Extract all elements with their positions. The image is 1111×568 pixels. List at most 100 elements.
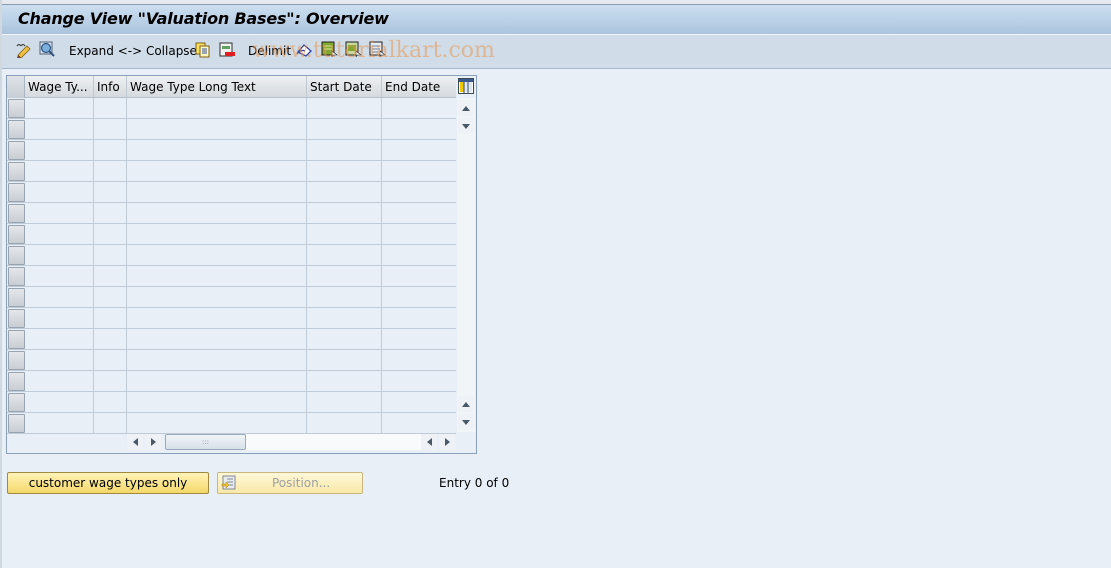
position-button[interactable]: Position... xyxy=(217,472,363,494)
table-cell[interactable] xyxy=(25,329,94,350)
table-cell[interactable] xyxy=(307,245,382,266)
table-cell[interactable] xyxy=(307,329,382,350)
table-row[interactable] xyxy=(7,350,456,371)
customer-wage-types-button[interactable]: customer wage types only xyxy=(7,472,209,494)
scroll-far-left-button[interactable] xyxy=(421,434,437,450)
table-cell[interactable] xyxy=(94,371,127,392)
table-row[interactable] xyxy=(7,161,456,182)
table-cell[interactable] xyxy=(25,245,94,266)
row-selector[interactable] xyxy=(8,183,25,202)
row-selector[interactable] xyxy=(8,372,25,391)
table-row[interactable] xyxy=(7,140,456,161)
row-selector[interactable] xyxy=(8,120,25,139)
table-cell[interactable] xyxy=(307,413,382,434)
table-cell[interactable] xyxy=(127,350,307,371)
horizontal-scroll-track[interactable]: ::: xyxy=(165,434,421,450)
column-header-long-text[interactable]: Wage Type Long Text xyxy=(127,76,307,98)
table-cell[interactable] xyxy=(307,119,382,140)
row-selector[interactable] xyxy=(8,225,25,244)
row-selector[interactable] xyxy=(8,351,25,370)
table-cell[interactable] xyxy=(127,371,307,392)
table-cell[interactable] xyxy=(25,182,94,203)
table-cell[interactable] xyxy=(307,161,382,182)
table-cell[interactable] xyxy=(25,392,94,413)
table-row[interactable] xyxy=(7,329,456,350)
table-row[interactable] xyxy=(7,371,456,392)
table-cell[interactable] xyxy=(25,266,94,287)
vertical-scrollbar[interactable] xyxy=(457,98,475,432)
row-selector[interactable] xyxy=(8,141,25,160)
delete-button[interactable] xyxy=(219,41,236,61)
table-cell[interactable] xyxy=(382,350,456,371)
table-cell[interactable] xyxy=(25,119,94,140)
table-row[interactable] xyxy=(7,98,456,119)
change-display-button[interactable] xyxy=(15,41,33,61)
table-cell[interactable] xyxy=(127,203,307,224)
table-cell[interactable] xyxy=(94,266,127,287)
table-cell[interactable] xyxy=(25,308,94,329)
column-header-wage-type[interactable]: Wage Ty... xyxy=(25,76,94,98)
table-cell[interactable] xyxy=(94,161,127,182)
table-row[interactable] xyxy=(7,266,456,287)
table-cell[interactable] xyxy=(127,266,307,287)
scroll-page-down-button[interactable] xyxy=(458,414,474,430)
table-cell[interactable] xyxy=(382,392,456,413)
row-selector[interactable] xyxy=(8,393,25,412)
table-cell[interactable] xyxy=(127,161,307,182)
table-row[interactable] xyxy=(7,182,456,203)
table-cell[interactable] xyxy=(307,203,382,224)
details-button[interactable] xyxy=(39,41,57,61)
table-cell[interactable] xyxy=(25,161,94,182)
row-selector[interactable] xyxy=(8,309,25,328)
table-cell[interactable] xyxy=(94,413,127,434)
table-cell[interactable] xyxy=(127,119,307,140)
row-selector[interactable] xyxy=(8,99,25,118)
row-selector[interactable] xyxy=(8,204,25,223)
table-cell[interactable] xyxy=(382,371,456,392)
scroll-down-button[interactable] xyxy=(458,118,474,134)
table-row[interactable] xyxy=(7,224,456,245)
table-cell[interactable] xyxy=(127,98,307,119)
table-cell[interactable] xyxy=(382,98,456,119)
table-cell[interactable] xyxy=(382,203,456,224)
scroll-left-button[interactable] xyxy=(127,434,143,450)
table-cell[interactable] xyxy=(94,224,127,245)
table-cell[interactable] xyxy=(127,413,307,434)
scroll-right-button[interactable] xyxy=(145,434,161,450)
table-cell[interactable] xyxy=(25,371,94,392)
table-cell[interactable] xyxy=(127,287,307,308)
table-cell[interactable] xyxy=(382,266,456,287)
table-cell[interactable] xyxy=(94,392,127,413)
copy-as-button[interactable] xyxy=(195,41,211,61)
table-cell[interactable] xyxy=(25,98,94,119)
scroll-far-right-button[interactable] xyxy=(439,434,455,450)
row-selector[interactable] xyxy=(8,162,25,181)
table-cell[interactable] xyxy=(25,350,94,371)
table-row[interactable] xyxy=(7,119,456,140)
deselect-all-button[interactable] xyxy=(369,41,386,61)
table-row[interactable] xyxy=(7,392,456,413)
table-cell[interactable] xyxy=(382,119,456,140)
table-cell[interactable] xyxy=(382,140,456,161)
table-cell[interactable] xyxy=(307,308,382,329)
table-cell[interactable] xyxy=(94,182,127,203)
table-row[interactable] xyxy=(7,203,456,224)
table-cell[interactable] xyxy=(94,308,127,329)
row-selector[interactable] xyxy=(8,414,25,433)
table-cell[interactable] xyxy=(307,182,382,203)
table-cell[interactable] xyxy=(307,266,382,287)
table-cell[interactable] xyxy=(307,287,382,308)
table-row[interactable] xyxy=(7,413,456,434)
undo-change-button[interactable] xyxy=(296,41,314,61)
table-cell[interactable] xyxy=(307,392,382,413)
table-cell[interactable] xyxy=(127,224,307,245)
table-cell[interactable] xyxy=(127,140,307,161)
column-header-start-date[interactable]: Start Date xyxy=(307,76,382,98)
table-cell[interactable] xyxy=(94,140,127,161)
column-header-end-date[interactable]: End Date xyxy=(382,76,456,98)
table-cell[interactable] xyxy=(94,287,127,308)
table-cell[interactable] xyxy=(307,140,382,161)
horizontal-scrollbar[interactable]: ::: xyxy=(127,433,457,451)
table-row[interactable] xyxy=(7,287,456,308)
table-cell[interactable] xyxy=(382,329,456,350)
